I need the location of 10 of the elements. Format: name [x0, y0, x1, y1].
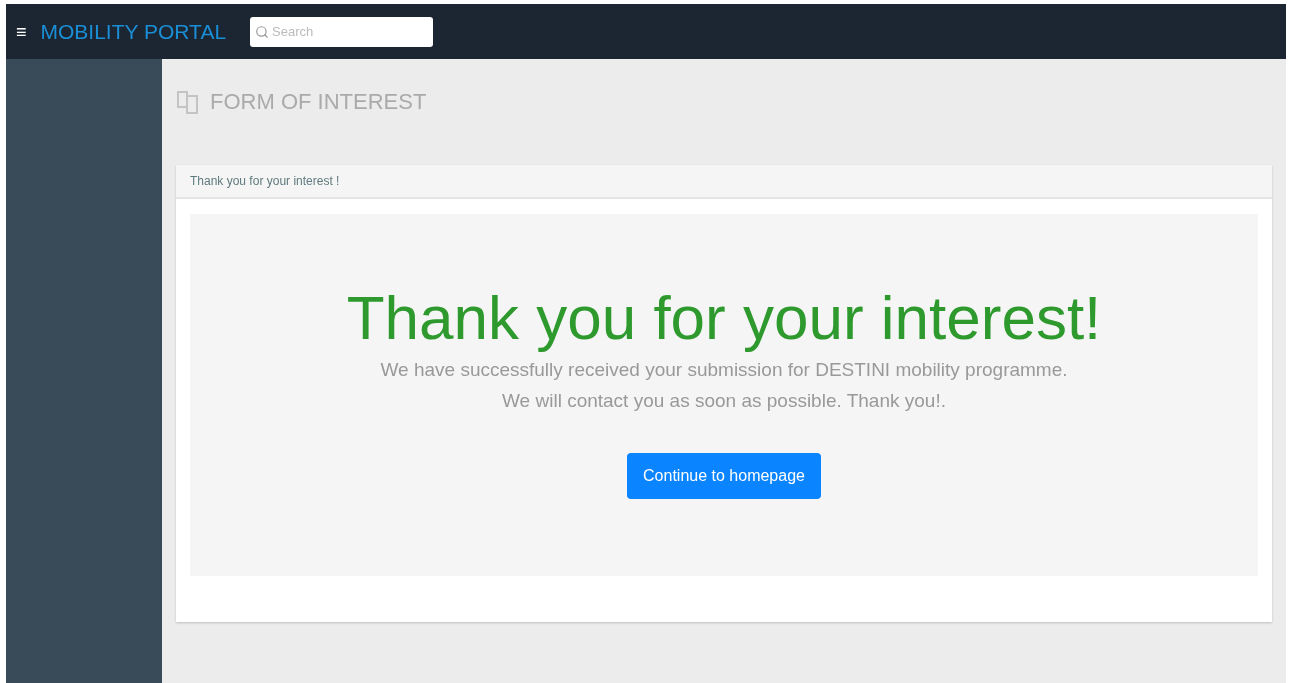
- message-text: We have successfully received your submission for DESTINI mobility programme.: [380, 358, 1068, 382]
- panel-heading: Thank you for your interest !: [190, 173, 340, 190]
- brand-title: MOBILITY PORTAL: [40, 18, 227, 45]
- search-icon: [255, 24, 270, 39]
- page-title: FORM OF INTEREST: [210, 88, 427, 116]
- headline: Thank you for your interest!: [346, 282, 1102, 354]
- search-field[interactable]: Search: [250, 16, 434, 47]
- menu-button[interactable]: ≡: [12, 22, 31, 41]
- message-text: We will contact you as soon as possible. Thank you!.: [502, 389, 946, 413]
- continue-button[interactable]: Continue to homepage: [627, 453, 821, 499]
